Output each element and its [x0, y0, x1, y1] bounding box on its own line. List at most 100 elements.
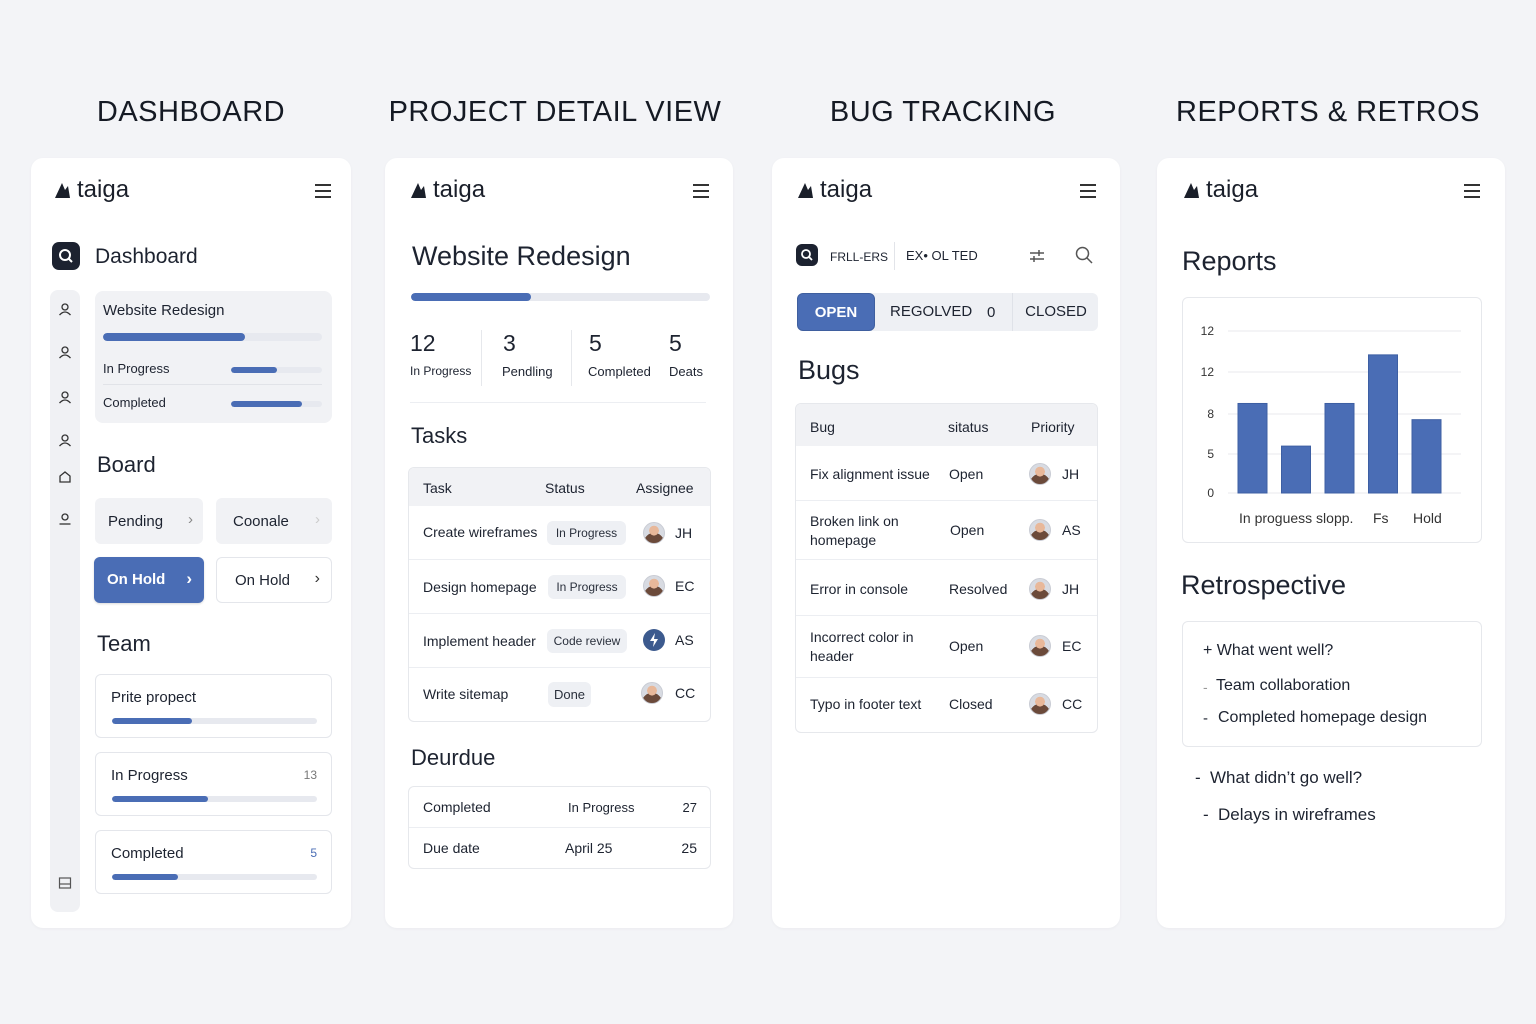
- column-header-task: Task: [423, 480, 452, 496]
- hamburger-menu-icon[interactable]: [1080, 184, 1096, 198]
- stat-value: 3: [503, 330, 516, 356]
- x-tick-label: Fs: [1373, 510, 1389, 526]
- tab-open[interactable]: OPEN: [797, 293, 875, 331]
- task-name: Design homepage: [423, 579, 537, 595]
- table-row[interactable]: Write sitemap Done CC: [409, 668, 710, 721]
- dashboard-icon: [52, 242, 80, 270]
- team-card[interactable]: Completed 5: [95, 830, 332, 894]
- logo[interactable]: taiga: [1182, 176, 1258, 204]
- stat-value: 5: [589, 330, 602, 356]
- account-icon[interactable]: [58, 512, 72, 526]
- tab-closed[interactable]: CLOSED: [1015, 293, 1097, 331]
- bug-title: Broken link on homepage: [810, 513, 899, 548]
- team-card-label: Prite propect: [111, 689, 197, 706]
- hamburger-menu-icon[interactable]: [315, 184, 331, 198]
- due-row-count: 25: [681, 840, 697, 856]
- project-progress-bar: [103, 333, 322, 341]
- team-card-count: 13: [303, 768, 317, 782]
- due-row-value: In Progress: [568, 800, 635, 815]
- dashboard-panel: taiga Dashboard Website Redesign In Prog…: [31, 158, 351, 928]
- chart-bar: [1411, 419, 1442, 494]
- table-row[interactable]: Create wireframes In Progress JH: [409, 506, 710, 560]
- table-row[interactable]: Broken link on homepage Open AS: [796, 501, 1097, 560]
- avatar: [1029, 578, 1051, 600]
- status-badge: Done: [548, 682, 591, 707]
- board-heading: Board: [97, 452, 156, 477]
- table-row[interactable]: Typo in footer text Closed CC: [796, 678, 1097, 732]
- retrospective-heading: Retrospective: [1181, 570, 1347, 600]
- table-row[interactable]: Incorrect color in header Open EC: [796, 616, 1097, 678]
- list-item: Delays in wireframes: [1218, 805, 1376, 824]
- search-icon[interactable]: [1074, 245, 1094, 265]
- board-button-on-hold-active[interactable]: On Hold ›: [94, 557, 204, 603]
- avatar: [1029, 693, 1051, 715]
- team-icon[interactable]: [58, 345, 72, 359]
- logo[interactable]: taiga: [53, 176, 129, 204]
- tasks-heading: Tasks: [411, 423, 468, 448]
- brand-name: taiga: [77, 176, 130, 203]
- project-card[interactable]: Website Redesign In Progress Completed: [95, 291, 332, 423]
- avatar: [1029, 519, 1051, 541]
- logo[interactable]: taiga: [796, 176, 872, 204]
- filters-label[interactable]: FRLL-ERS: [830, 250, 888, 264]
- tab-resolved[interactable]: REGOLVED 0: [877, 293, 1013, 331]
- team-card[interactable]: In Progress 13: [95, 752, 332, 816]
- tab-label: REGOLVED: [890, 303, 973, 320]
- board-button-coonale[interactable]: Coonale ›: [216, 498, 332, 544]
- filter-divider: [894, 242, 895, 270]
- bug-status: Resolved: [949, 581, 1008, 597]
- avatar: [643, 522, 665, 544]
- assignee-initials: JH: [1062, 581, 1080, 597]
- hamburger-menu-icon[interactable]: [693, 184, 709, 198]
- filter-value[interactable]: EX• OL TED: [906, 248, 978, 263]
- avatar: [641, 682, 663, 704]
- table-row[interactable]: Fix alignment issue Open JH: [796, 446, 1097, 501]
- due-row[interactable]: Due date April 25 25: [409, 828, 710, 869]
- stat-pending: 3 Pendling: [502, 330, 572, 386]
- y-tick-label: 0: [1207, 486, 1214, 500]
- table-row[interactable]: Error in console Resolved JH: [796, 560, 1097, 616]
- sidebar-rail: [50, 290, 80, 912]
- list-bullet: -: [1203, 679, 1208, 695]
- user-icon[interactable]: [58, 302, 72, 316]
- logo[interactable]: taiga: [409, 176, 485, 204]
- team-card[interactable]: Prite propect: [95, 674, 332, 738]
- table-row[interactable]: Implement header Code review AS: [409, 614, 710, 668]
- home-icon[interactable]: [58, 470, 72, 484]
- button-label: Pending: [108, 513, 164, 530]
- bolt-icon: [643, 629, 665, 651]
- due-row[interactable]: Completed In Progress 27: [409, 787, 710, 828]
- bug-status: Open: [949, 466, 984, 482]
- bug-title: Incorrect color in header: [810, 629, 914, 664]
- bug-status: Open: [949, 638, 984, 654]
- row-progress-bar: [231, 367, 322, 373]
- status-badge: Code review: [547, 629, 627, 653]
- bug-tracking-panel: taiga FRLL-ERS EX• OL TED OPEN REGOLVED …: [772, 158, 1120, 928]
- profile-icon[interactable]: [58, 390, 72, 404]
- assignee-initials: JH: [675, 525, 693, 541]
- chevron-right-icon: ›: [315, 511, 320, 528]
- assignee-initials: JH: [1062, 466, 1080, 482]
- stat-label: Completed: [588, 364, 651, 379]
- button-label: On Hold: [235, 572, 291, 589]
- members-icon[interactable]: [58, 433, 72, 447]
- reports-panel: taiga Reports 12 12 8 5 0 In proguess slopp. F…: [1157, 158, 1505, 928]
- table-row[interactable]: Design homepage In Progress EC: [409, 560, 710, 614]
- y-tick-label: 5: [1207, 447, 1214, 461]
- sliders-icon[interactable]: [1028, 247, 1046, 265]
- filter-search-icon[interactable]: [796, 244, 818, 266]
- bug-status: Open: [950, 522, 985, 538]
- board-button-pending[interactable]: Pending ›: [95, 498, 203, 544]
- column-header-status: Status: [545, 480, 585, 496]
- board-button-on-hold[interactable]: On Hold ›: [216, 557, 332, 603]
- list-item: Completed homepage design: [1218, 709, 1428, 726]
- bugs-table-header: Bug sitatus Priority: [796, 404, 1097, 446]
- tab-label: OPEN: [814, 304, 858, 321]
- brand-name: taiga: [1206, 176, 1259, 203]
- archive-icon[interactable]: [58, 876, 72, 890]
- y-tick-label: 8: [1207, 407, 1214, 421]
- assignee-initials: CC: [1062, 696, 1083, 712]
- chart-bar: [1281, 445, 1311, 494]
- page-title: Dashboard: [95, 245, 198, 268]
- hamburger-menu-icon[interactable]: [1464, 184, 1480, 198]
